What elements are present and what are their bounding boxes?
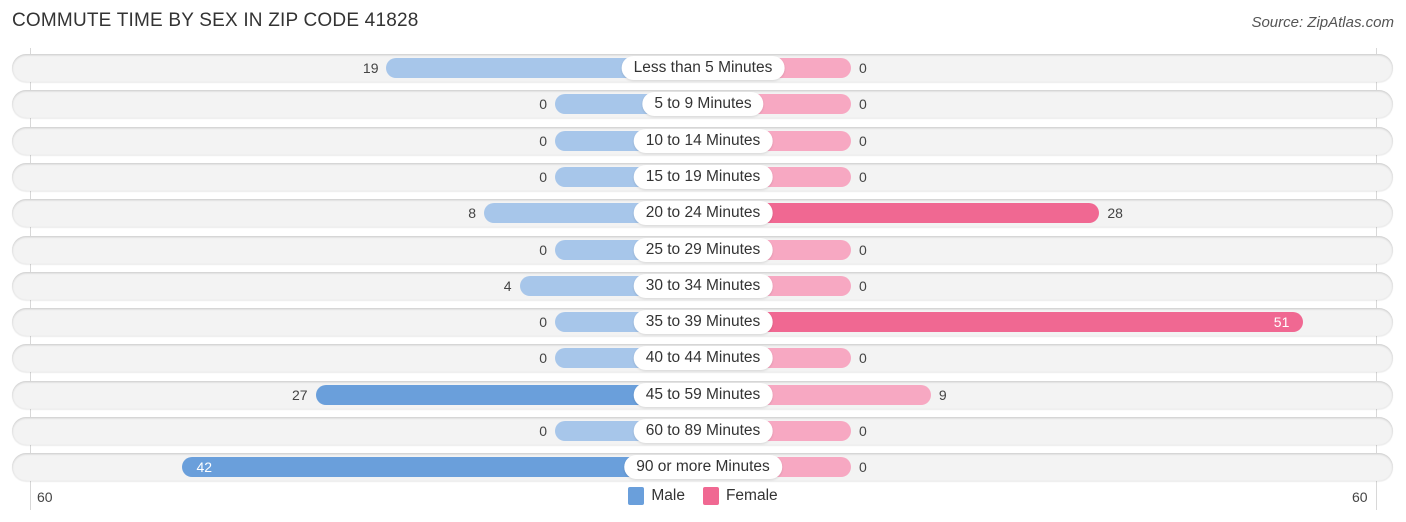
category-label: 35 to 39 Minutes bbox=[633, 310, 773, 334]
legend-item-male[interactable]: Male bbox=[628, 487, 685, 505]
category-label: 20 to 24 Minutes bbox=[633, 201, 773, 225]
value-label-female: 0 bbox=[859, 350, 867, 366]
category-label: 40 to 44 Minutes bbox=[633, 346, 773, 370]
value-label-male: 0 bbox=[539, 133, 547, 149]
value-label-female: 28 bbox=[1107, 205, 1123, 221]
value-label-female: 51 bbox=[1273, 314, 1290, 330]
category-label: 5 to 9 Minutes bbox=[642, 92, 764, 116]
value-label-male: 19 bbox=[362, 60, 379, 76]
legend-swatch-male bbox=[628, 487, 645, 505]
legend-item-female[interactable]: Female bbox=[702, 487, 778, 505]
value-label-female: 0 bbox=[859, 96, 867, 112]
category-label: 15 to 19 Minutes bbox=[633, 165, 773, 189]
value-label-female: 0 bbox=[859, 459, 867, 475]
value-label-male: 0 bbox=[539, 96, 547, 112]
value-label-male: 0 bbox=[539, 423, 547, 439]
category-label: 90 or more Minutes bbox=[624, 455, 782, 479]
value-label-male: 27 bbox=[291, 387, 308, 403]
legend-label-male: Male bbox=[651, 487, 685, 504]
category-label: 10 to 14 Minutes bbox=[633, 129, 773, 153]
value-label-female: 0 bbox=[859, 133, 867, 149]
value-label-male: 4 bbox=[503, 278, 512, 294]
value-label-male: 42 bbox=[196, 459, 213, 475]
value-label-female: 9 bbox=[938, 387, 947, 403]
legend-label-female: Female bbox=[725, 487, 778, 504]
bar-female[interactable] bbox=[703, 312, 1304, 332]
category-label: 60 to 89 Minutes bbox=[633, 419, 773, 443]
value-label-male: 8 bbox=[468, 205, 477, 221]
source-label: Source: ZipAtlas.com bbox=[1251, 14, 1394, 31]
value-label-male: 0 bbox=[539, 350, 547, 366]
value-label-female: 0 bbox=[859, 423, 867, 439]
value-label-male: 0 bbox=[539, 314, 547, 330]
category-label: Less than 5 Minutes bbox=[621, 56, 785, 80]
value-label-female: 0 bbox=[859, 242, 867, 258]
value-label-female: 0 bbox=[859, 60, 867, 76]
category-label: 30 to 34 Minutes bbox=[633, 274, 773, 298]
chart-title: COMMUTE TIME BY SEX IN ZIP CODE 41828 bbox=[12, 10, 419, 31]
value-label-female: 0 bbox=[859, 278, 867, 294]
legend-swatch-female bbox=[702, 487, 719, 505]
value-label-male: 0 bbox=[539, 242, 547, 258]
value-label-male: 0 bbox=[539, 169, 547, 185]
category-label: 45 to 59 Minutes bbox=[633, 383, 773, 407]
value-label-female: 0 bbox=[859, 169, 867, 185]
category-label: 25 to 29 Minutes bbox=[633, 238, 773, 262]
legend: Male Female bbox=[0, 487, 1406, 505]
